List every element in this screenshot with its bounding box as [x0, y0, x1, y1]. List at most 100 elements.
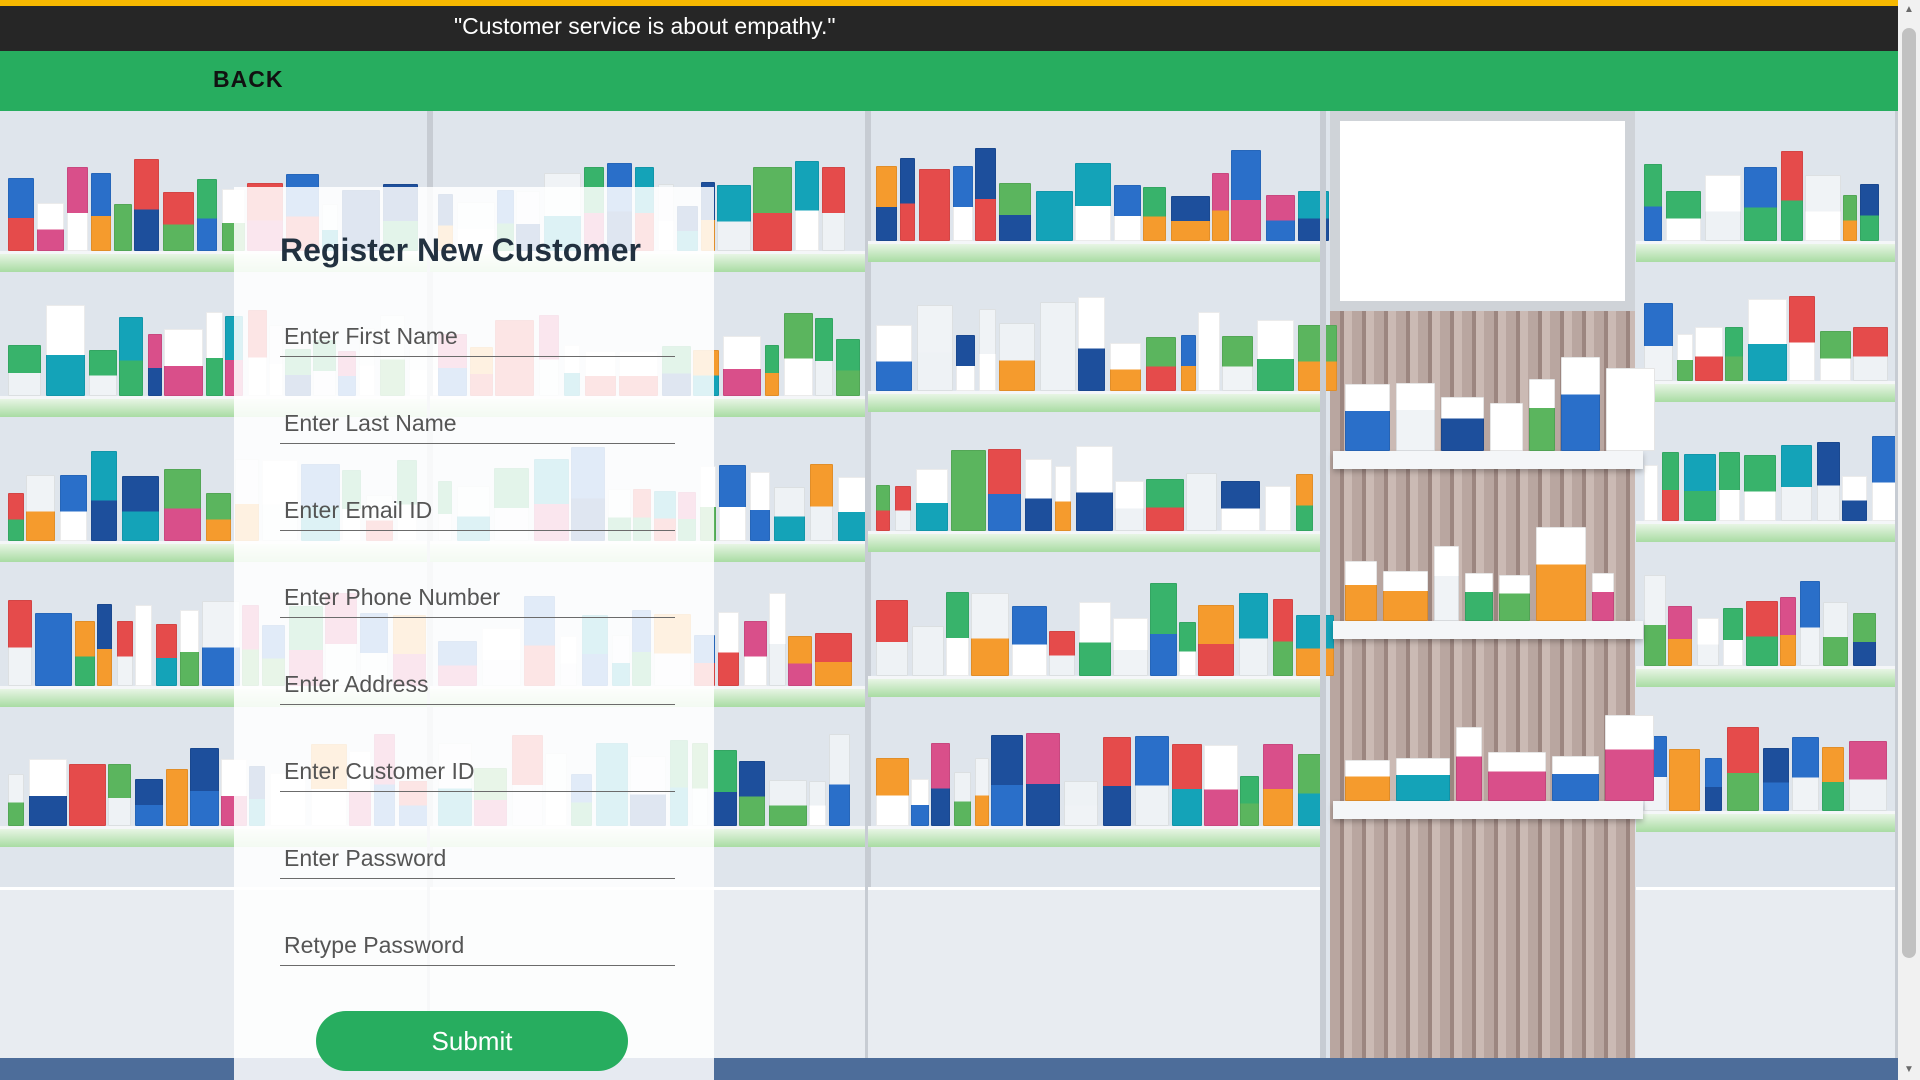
phone-input[interactable]: [280, 578, 675, 618]
product-box: [1644, 164, 1662, 241]
scroll-thumb[interactable]: [1902, 28, 1916, 958]
product-box: [876, 758, 909, 826]
product-box: [769, 593, 786, 686]
product-box: [946, 592, 969, 676]
product-box: [1078, 297, 1105, 391]
shelf-edge: [868, 391, 1323, 412]
shelf-edge: [1636, 811, 1898, 832]
product-box: [1036, 191, 1073, 241]
first-name-input[interactable]: [280, 317, 675, 357]
product-box: [1345, 384, 1390, 451]
product-box: [8, 178, 34, 251]
product-box: [1705, 175, 1741, 241]
product-box: [1853, 327, 1888, 381]
product-box: [1781, 445, 1812, 521]
back-button[interactable]: BACK: [213, 66, 283, 93]
product-box: [8, 493, 24, 541]
product-box: [134, 159, 159, 251]
customer-id-input[interactable]: [280, 752, 675, 792]
product-box: [822, 167, 845, 251]
product-box: [876, 600, 908, 676]
product-box: [91, 173, 111, 251]
product-box: [1064, 781, 1098, 826]
product-box: [1212, 173, 1229, 241]
product-box: [1666, 191, 1701, 241]
product-box: [753, 167, 792, 251]
quote-text: "Customer service is about empathy.": [454, 13, 836, 39]
product-box: [60, 475, 87, 541]
product-box: [718, 612, 739, 686]
product-box: [1592, 573, 1614, 621]
product-box: [717, 185, 751, 251]
password-input[interactable]: [280, 839, 675, 879]
product-box: [774, 487, 805, 541]
shelf-edge: [1636, 521, 1898, 542]
product-box: [954, 772, 971, 826]
product-box: [999, 183, 1031, 241]
top-quote-bar: "Customer service is about empathy.": [0, 0, 1898, 51]
product-box: [919, 169, 950, 241]
product-box: [1383, 571, 1428, 621]
product-box: [1345, 561, 1377, 621]
product-box: [1396, 758, 1450, 801]
vertical-scrollbar[interactable]: ▲ ▼: [1898, 0, 1920, 1080]
scroll-down-arrow-icon[interactable]: ▼: [1898, 1060, 1920, 1080]
product-box: [190, 748, 219, 826]
product-box: [836, 339, 860, 396]
product-box: [108, 764, 131, 826]
shelf-edge: [1636, 666, 1898, 687]
email-input[interactable]: [280, 491, 675, 531]
product-box: [1298, 325, 1337, 391]
product-box: [1263, 744, 1293, 826]
product-box: [1684, 454, 1716, 521]
product-box: [912, 626, 944, 676]
product-box: [723, 336, 761, 396]
product-box: [956, 335, 975, 391]
product-box: [1222, 336, 1253, 391]
product-box: [1662, 452, 1679, 521]
product-box: [164, 469, 201, 541]
product-box: [971, 593, 1009, 676]
product-box: [1171, 196, 1210, 241]
shelf-edge: [1636, 241, 1898, 262]
product-box: [809, 781, 826, 826]
product-box: [979, 309, 996, 391]
product-box: [1781, 151, 1803, 241]
product-box: [163, 192, 194, 251]
product-box: [206, 493, 231, 541]
cabinet: [868, 887, 1323, 1080]
register-form-panel: Register New Customer Submit: [234, 187, 714, 1080]
product-box: [180, 610, 199, 686]
product-box: [1198, 312, 1220, 391]
product-box: [1114, 185, 1141, 241]
product-box: [1076, 446, 1113, 531]
product-box: [1296, 615, 1334, 676]
product-box: [769, 780, 807, 826]
product-box: [37, 203, 64, 251]
product-box: [1055, 466, 1071, 531]
product-box: [35, 613, 72, 686]
product-box: [26, 475, 55, 541]
product-box: [1181, 335, 1196, 391]
product-box: [1780, 597, 1796, 666]
product-box: [1719, 452, 1740, 521]
product-box: [75, 621, 95, 686]
product-box: [1763, 748, 1789, 811]
submit-button[interactable]: Submit: [316, 1011, 628, 1071]
product-box: [1221, 481, 1260, 531]
product-box: [719, 465, 746, 541]
product-box: [713, 750, 737, 826]
address-input[interactable]: [280, 665, 675, 705]
product-box: [97, 604, 112, 686]
product-box: [1849, 741, 1887, 811]
last-name-input[interactable]: [280, 404, 675, 444]
product-box: [69, 764, 106, 826]
product-box: [1257, 320, 1294, 391]
product-box: [156, 624, 177, 686]
product-box: [1789, 296, 1815, 381]
retype-password-input[interactable]: [280, 926, 675, 966]
product-box: [91, 451, 117, 541]
product-box: [1146, 479, 1184, 531]
product-box: [67, 167, 88, 251]
scroll-up-arrow-icon[interactable]: ▲: [1898, 0, 1920, 20]
